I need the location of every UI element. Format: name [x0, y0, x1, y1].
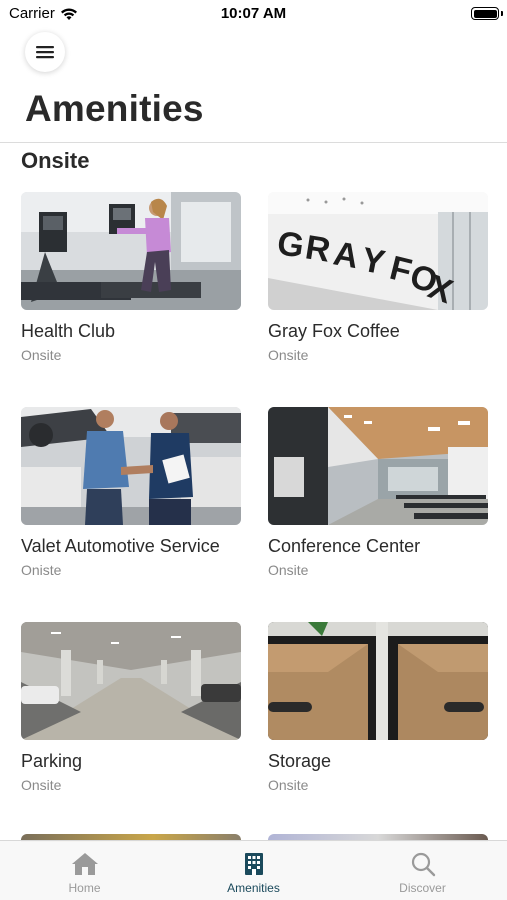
- amenity-card-subtitle: Onsite: [268, 347, 309, 363]
- amenity-card-title: Parking: [21, 751, 83, 771]
- tab-label-home: Home: [68, 881, 101, 895]
- amenity-card-valet-automotive[interactable]: Valet Automotive Service Oniste: [21, 407, 241, 578]
- home-icon: [70, 851, 100, 877]
- tab-label-amenities: Amenities: [227, 881, 280, 895]
- amenity-card-conference-center[interactable]: Conference Center Onsite: [268, 407, 488, 578]
- amenity-card-title: Storage: [268, 751, 332, 771]
- menu-button[interactable]: [25, 32, 65, 72]
- amenities-screen: Carrier 10:07 AM Amenities Onsite Health…: [0, 0, 507, 900]
- svg-text:G: G: [275, 224, 306, 265]
- amenity-card-title: Gray Fox Coffee: [268, 321, 400, 341]
- status-time: 10:07 AM: [220, 5, 287, 22]
- treadmill-gym-photo: [21, 192, 241, 310]
- amenity-card-title: Conference Center: [268, 536, 421, 556]
- page-title: Amenities: [25, 88, 204, 129]
- hamburger-menu-icon: [36, 46, 54, 59]
- amenity-card-health-club[interactable]: Health Club Onsite: [21, 192, 241, 363]
- amenity-card-title: Valet Automotive Service: [21, 536, 220, 556]
- amenity-card-parking[interactable]: Parking Onsite: [21, 622, 241, 793]
- storage-boxes-photo: [268, 622, 488, 740]
- status-bar: Carrier 10:07 AM: [0, 0, 507, 28]
- section-title-onsite: Onsite: [21, 148, 90, 173]
- amenity-card-subtitle: Onsite: [268, 562, 309, 578]
- building-icon: [239, 851, 269, 877]
- mechanic-handshake-photo: [21, 407, 241, 525]
- amenity-card-storage[interactable]: Storage Onsite: [268, 622, 488, 793]
- battery-icon: [471, 7, 499, 20]
- amenity-card-title: Health Club: [21, 321, 116, 341]
- amenity-card-subtitle: Onsite: [268, 777, 309, 793]
- amenity-card-subtitle: Onsite: [21, 777, 62, 793]
- search-icon: [408, 851, 438, 877]
- parking-garage-photo: [21, 622, 241, 740]
- tab-home[interactable]: Home: [0, 841, 169, 900]
- amenity-card-gray-fox-coffee[interactable]: G R A Y F O X Gray Fox Coffee Onsite: [268, 192, 488, 363]
- conference-room-photo: [268, 407, 488, 525]
- header-divider: [0, 142, 507, 143]
- amenity-card-subtitle: Oniste: [21, 562, 62, 578]
- tab-amenities[interactable]: Amenities: [169, 841, 338, 900]
- tab-label-discover: Discover: [399, 881, 446, 895]
- battery-tip: [500, 11, 503, 16]
- amenity-card-subtitle: Onsite: [21, 347, 62, 363]
- tab-bar: Home Amenities Discover: [0, 840, 507, 900]
- grayfox-sign-photo: G R A Y F O X: [268, 192, 488, 310]
- tab-discover[interactable]: Discover: [338, 841, 507, 900]
